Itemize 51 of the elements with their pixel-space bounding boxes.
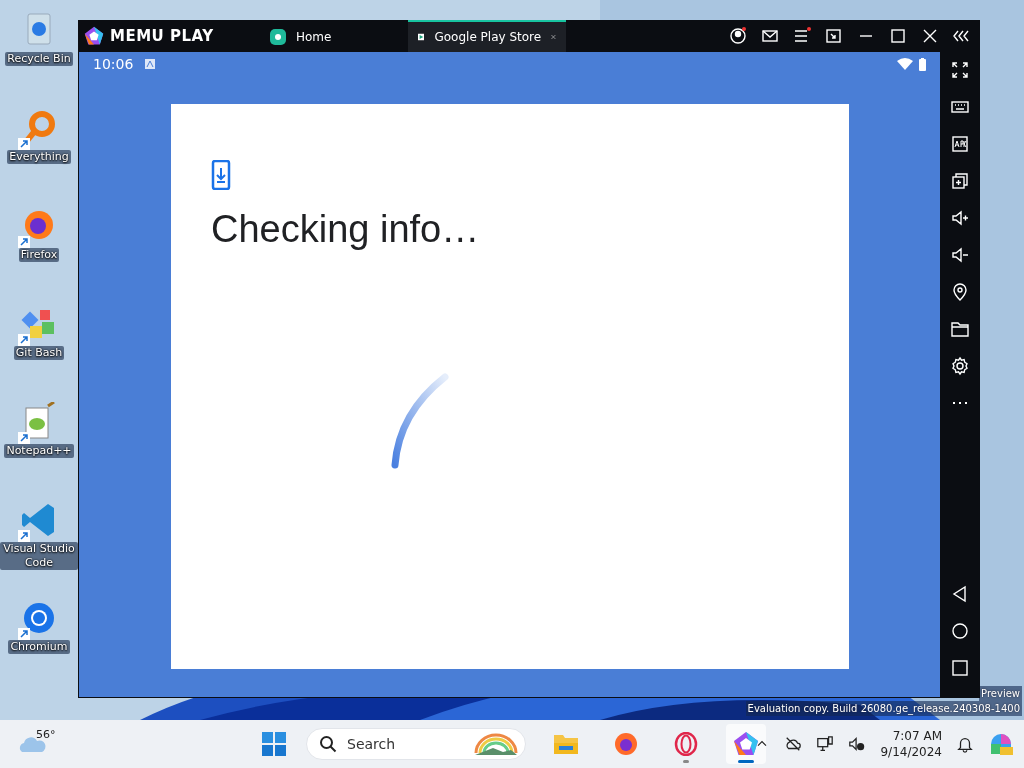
firefox-icon[interactable] — [614, 732, 638, 756]
pentagon-logo-icon[interactable] — [733, 731, 759, 757]
desktop-icon-label[interactable]: Recycle Bin — [5, 52, 73, 66]
speaker-muted-icon[interactable] — [848, 735, 867, 753]
loading-spinner-icon — [391, 373, 449, 469]
evaluation-notice: Preview — [979, 686, 1022, 701]
colorful-app-icon[interactable] — [988, 731, 1014, 757]
apk-icon[interactable] — [950, 134, 970, 154]
clock-date[interactable]: 9/14/2024 — [880, 744, 942, 760]
location-icon[interactable] — [950, 282, 970, 302]
notification-icon — [145, 59, 156, 69]
desktop-icon-label[interactable]: Visual Studio Code — [0, 542, 78, 570]
settings-icon[interactable] — [950, 356, 970, 376]
search-input[interactable]: Search — [345, 735, 459, 753]
desktop-icon-label[interactable]: Notepad++ — [4, 444, 74, 458]
network-icon[interactable] — [816, 735, 835, 753]
fullscreen-icon[interactable] — [950, 60, 970, 80]
pentagon-logo-icon — [84, 26, 104, 46]
window-tab[interactable]: Google Play Store — [408, 20, 566, 52]
weather-temperature[interactable]: 56° — [36, 728, 56, 741]
home-icon[interactable] — [950, 621, 970, 641]
search-field[interactable]: Search — [306, 728, 526, 760]
search-icon[interactable] — [319, 735, 337, 753]
battery-icon — [919, 57, 926, 71]
volume-down-icon[interactable] — [950, 245, 970, 265]
screen-share-icon[interactable] — [824, 26, 844, 46]
taskbar-app-button[interactable] — [726, 724, 766, 764]
phone-download-icon — [211, 160, 231, 190]
dialog-title: Checking info… — [211, 208, 481, 251]
evaluation-notice: Evaluation copy. Build 26080.ge_release.240308-1400 — [745, 701, 1022, 716]
rainbow-icon — [473, 731, 519, 757]
opera-icon[interactable] — [674, 732, 698, 756]
notification-bell-icon[interactable] — [956, 735, 974, 753]
maximize-icon[interactable] — [888, 26, 908, 46]
cloud-off-icon[interactable] — [784, 735, 803, 753]
desktop-icon-label[interactable]: Chromium — [8, 640, 70, 654]
volume-up-icon[interactable] — [950, 208, 970, 228]
home-app-icon — [270, 29, 286, 45]
desktop-icon-label[interactable]: Firefox — [18, 248, 60, 262]
windows-start-icon[interactable] — [262, 732, 286, 756]
account-icon[interactable] — [728, 26, 748, 46]
recents-icon[interactable] — [950, 658, 970, 678]
desktop-icon-label[interactable]: Everything — [7, 150, 71, 164]
app-logo-text: MEMU PLAY — [110, 27, 214, 45]
clock-time[interactable]: 7:07 AM — [892, 728, 942, 744]
desktop-icon-label[interactable]: Git Bash — [13, 346, 65, 360]
wifi-icon — [897, 58, 913, 70]
folder-icon[interactable] — [950, 319, 970, 339]
status-time: 10:06 — [93, 56, 134, 72]
window-tab[interactable]: Home — [260, 20, 398, 52]
multi-window-icon[interactable] — [950, 171, 970, 191]
